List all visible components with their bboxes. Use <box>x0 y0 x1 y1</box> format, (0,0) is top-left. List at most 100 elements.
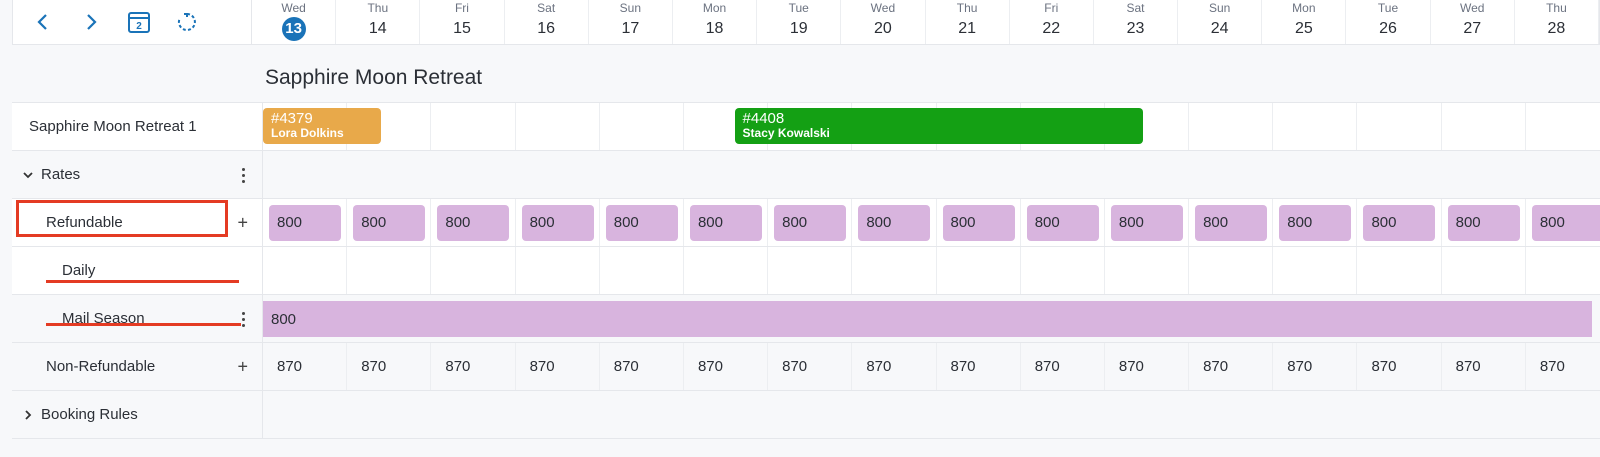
rate-chip[interactable]: 800 <box>1110 204 1183 241</box>
date-number: 17 <box>621 20 640 37</box>
refundable-day-cell: 800 <box>431 199 516 246</box>
rate-chip[interactable]: 800 <box>1531 204 1600 241</box>
daily-day-cell[interactable] <box>263 247 348 294</box>
date-number: 14 <box>368 20 387 37</box>
day-header[interactable]: Wed 13 <box>252 0 337 44</box>
refundable-day-cell: 800 <box>1189 199 1274 246</box>
unit-day-cell[interactable] <box>431 103 516 150</box>
rates-toggle[interactable]: Rates <box>12 151 263 198</box>
day-header[interactable]: Fri 15 <box>420 0 505 44</box>
rate-chip[interactable]: 800 <box>1363 204 1436 241</box>
rate-chip[interactable]: 800 <box>353 204 426 241</box>
non-refundable-day-cell[interactable]: 870 <box>1189 343 1274 390</box>
unit-day-cell[interactable] <box>1526 103 1600 150</box>
calendar-icon[interactable]: 2 <box>119 2 159 42</box>
unit-day-cell[interactable] <box>600 103 684 150</box>
booking-bar[interactable]: #4379 Lora Dolkins <box>263 108 381 144</box>
non-refundable-day-cell[interactable]: 870 <box>1273 343 1358 390</box>
unit-day-cell[interactable] <box>516 103 600 150</box>
non-refundable-day-cell[interactable]: 870 <box>1105 343 1190 390</box>
daily-day-cell[interactable] <box>600 247 684 294</box>
non-refundable-day-cell[interactable]: 870 <box>1442 343 1526 390</box>
non-refundable-label[interactable]: Non-Refundable <box>46 358 155 375</box>
booking-bar[interactable]: #4408 Stacy Kowalski <box>734 108 1143 144</box>
date-number: 20 <box>874 20 892 37</box>
next-icon[interactable] <box>71 2 111 42</box>
daily-day-cell[interactable] <box>1442 247 1526 294</box>
daily-day-cell[interactable] <box>1105 247 1190 294</box>
non-refundable-day-cell[interactable]: 870 <box>1526 343 1600 390</box>
non-refundable-day-cell[interactable]: 870 <box>516 343 600 390</box>
rate-chip[interactable]: 800 <box>1279 204 1352 241</box>
weekday-label: Wed <box>1459 1 1485 15</box>
non-refundable-day-cell[interactable]: 870 <box>1357 343 1442 390</box>
rate-chip[interactable]: 800 <box>605 204 678 241</box>
daily-label[interactable]: Daily <box>12 247 263 294</box>
refresh-icon[interactable] <box>167 2 207 42</box>
rate-chip[interactable]: 800 <box>521 204 594 241</box>
unit-day-cell[interactable] <box>1357 103 1442 150</box>
daily-day-cell[interactable] <box>347 247 432 294</box>
add-refundable-icon[interactable]: + <box>237 212 248 233</box>
rate-chip[interactable]: 800 <box>774 204 847 241</box>
day-header[interactable]: Sun 17 <box>589 0 673 44</box>
rate-chip[interactable]: 800 <box>1026 204 1099 241</box>
refundable-day-cell: 800 <box>768 199 853 246</box>
rate-chip[interactable]: 800 <box>858 204 931 241</box>
day-header[interactable]: Fri 22 <box>1010 0 1094 44</box>
non-refundable-day-cell[interactable]: 870 <box>263 343 348 390</box>
day-header[interactable]: Thu 28 <box>1515 0 1599 44</box>
unit-label[interactable]: Sapphire Moon Retreat 1 <box>12 103 263 150</box>
refundable-day-cell: 800 <box>347 199 432 246</box>
prev-icon[interactable] <box>23 2 63 42</box>
daily-day-cell[interactable] <box>1021 247 1105 294</box>
daily-day-cell[interactable] <box>852 247 937 294</box>
daily-day-cell[interactable] <box>768 247 853 294</box>
non-refundable-day-cell[interactable]: 870 <box>431 343 516 390</box>
day-header[interactable]: Tue 26 <box>1346 0 1431 44</box>
day-header[interactable]: Sun 24 <box>1178 0 1263 44</box>
rate-chip[interactable]: 800 <box>437 204 510 241</box>
day-header[interactable]: Mon 18 <box>673 0 758 44</box>
daily-day-cell[interactable] <box>1189 247 1274 294</box>
non-refundable-day-cell[interactable]: 870 <box>852 343 937 390</box>
rate-chip[interactable]: 800 <box>942 204 1015 241</box>
non-refundable-day-cell[interactable]: 870 <box>768 343 853 390</box>
refundable-day-cell: 800 <box>1442 199 1526 246</box>
day-header[interactable]: Mon 25 <box>1262 0 1347 44</box>
rate-value: 870 <box>950 358 976 375</box>
daily-day-cell[interactable] <box>684 247 769 294</box>
day-header[interactable]: Tue 19 <box>757 0 842 44</box>
non-refundable-day-cell[interactable]: 870 <box>937 343 1021 390</box>
day-header[interactable]: Wed 27 <box>1431 0 1515 44</box>
booking-rules-toggle[interactable]: Booking Rules <box>12 391 263 438</box>
date-number: 18 <box>705 20 724 37</box>
add-non-refundable-icon[interactable]: + <box>237 356 248 377</box>
unit-day-cell[interactable] <box>1273 103 1358 150</box>
daily-day-cell[interactable] <box>1357 247 1442 294</box>
weekday-label: Thu <box>956 1 978 15</box>
non-refundable-day-cell[interactable]: 870 <box>684 343 769 390</box>
daily-day-cell[interactable] <box>431 247 516 294</box>
mail-season-rate-bar[interactable]: 800 <box>263 301 1592 337</box>
non-refundable-day-cell[interactable]: 870 <box>347 343 432 390</box>
daily-day-cell[interactable] <box>937 247 1021 294</box>
day-header[interactable]: Thu 14 <box>336 0 421 44</box>
daily-day-cell[interactable] <box>1273 247 1358 294</box>
day-header[interactable]: Wed 20 <box>841 0 926 44</box>
daily-day-cell[interactable] <box>516 247 600 294</box>
non-refundable-day-cell[interactable]: 870 <box>600 343 684 390</box>
day-header[interactable]: Sat 23 <box>1094 0 1179 44</box>
non-refundable-cells: 870 870 870 870 870 870 870 870 870 870 870 870 870 8… <box>263 343 1600 390</box>
day-header[interactable]: Thu 21 <box>926 0 1010 44</box>
daily-day-cell[interactable] <box>1526 247 1600 294</box>
non-refundable-day-cell[interactable]: 870 <box>1021 343 1105 390</box>
day-header[interactable]: Sat 16 <box>505 0 589 44</box>
rate-chip[interactable]: 800 <box>269 204 341 241</box>
unit-day-cell[interactable] <box>1442 103 1526 150</box>
rate-chip[interactable]: 800 <box>1447 204 1520 241</box>
rate-chip[interactable]: 800 <box>1195 204 1268 241</box>
rate-chip[interactable]: 800 <box>689 204 762 241</box>
unit-day-cell[interactable] <box>1189 103 1274 150</box>
rates-menu-icon[interactable] <box>238 165 248 185</box>
